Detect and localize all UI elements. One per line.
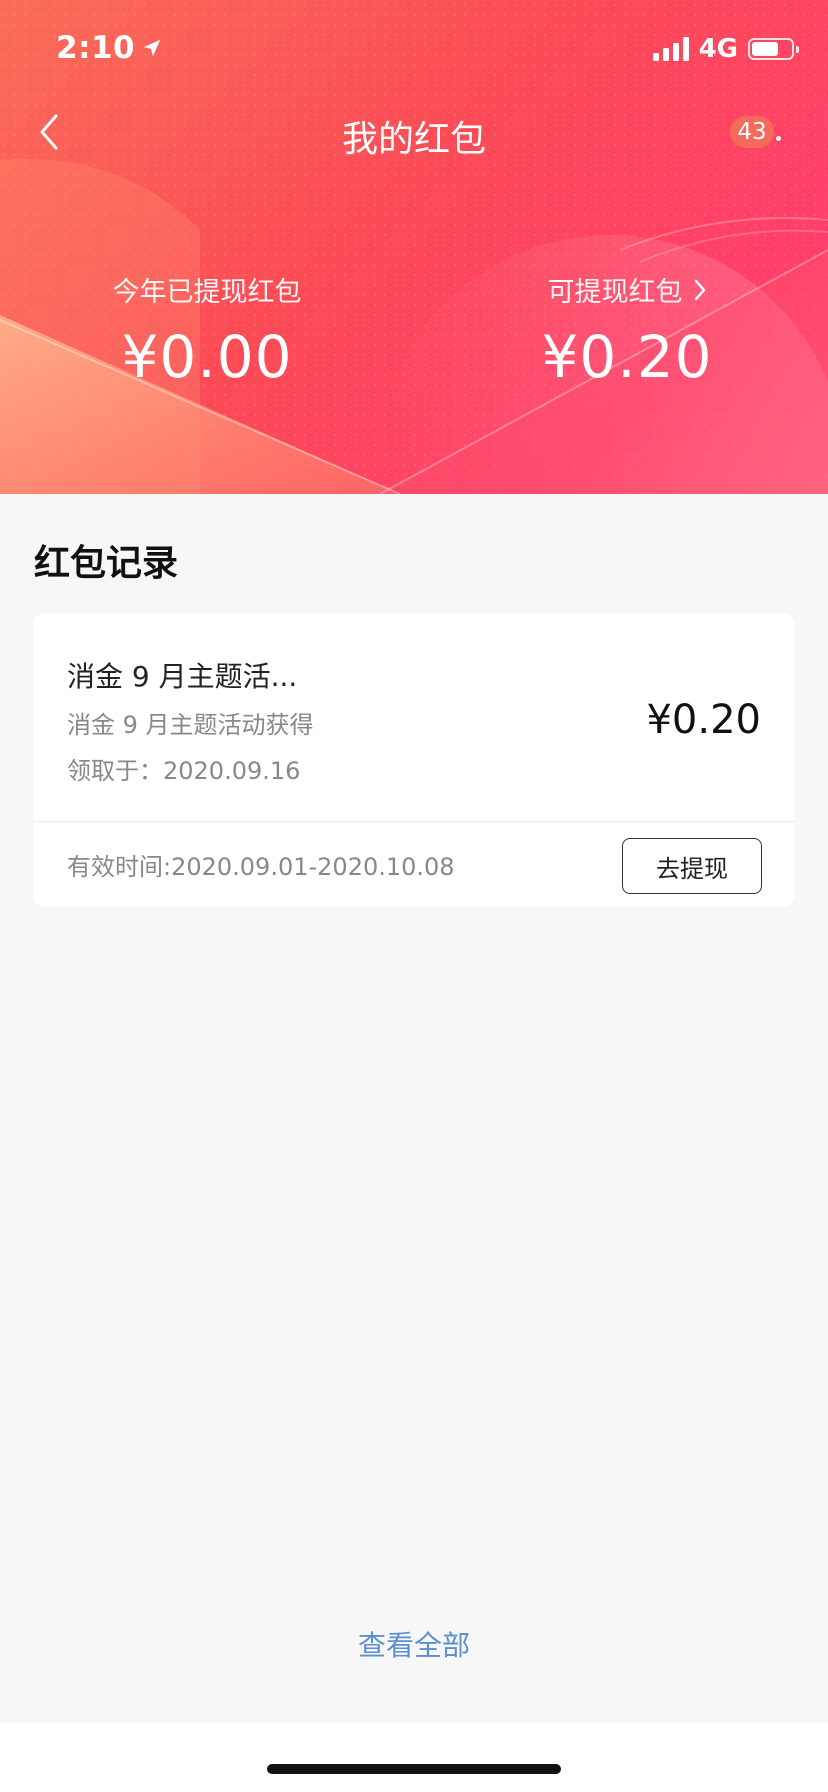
battery-icon (748, 38, 799, 60)
withdrawn-summary: 今年已提现红包 ¥0.00 (80, 270, 334, 391)
network-type: 4G (698, 34, 738, 64)
more-dots-icon[interactable]: 43 (730, 112, 788, 152)
notification-badge: 43 (730, 116, 774, 148)
packet-valid-period: 有效时间:2020.09.01-2020.10.08 (67, 853, 455, 881)
available-summary[interactable]: 可提现红包 ¥0.20 (500, 270, 754, 391)
section-title: 红包记录 (34, 543, 179, 584)
red-packet-card: 消金 9 月主题活... 消金 9 月主题活动获得 领取于：2020.09.16… (33, 613, 795, 907)
packet-name: 消金 9 月主题活... (67, 660, 298, 693)
packet-amount: ¥0.20 (646, 697, 761, 743)
navigation-bar: 我的红包 43 (0, 96, 828, 170)
page-title: 我的红包 (341, 119, 486, 160)
packet-received-date: 领取于：2020.09.16 (67, 757, 301, 785)
view-all-link[interactable]: 查看全部 (0, 1624, 828, 1664)
available-amount: ¥0.20 (541, 323, 713, 391)
withdraw-button[interactable]: 去提现 (622, 838, 762, 894)
home-indicator[interactable] (267, 1764, 561, 1774)
card-divider (33, 821, 795, 822)
location-arrow-icon (143, 39, 161, 57)
chevron-right-icon (694, 279, 705, 300)
status-bar: 2:10 4G (0, 0, 828, 96)
withdrawn-label: 今年已提现红包 (112, 277, 302, 308)
header-banner: 2:10 4G 我的红包 43 今年已提现红包 ¥0.00 可提现红包 ¥0.2… (0, 0, 828, 494)
bottom-safe-area (0, 1723, 828, 1792)
status-indicators: 4G (652, 34, 799, 64)
withdrawn-amount: ¥0.00 (121, 323, 293, 391)
status-time: 2:10 (56, 30, 163, 66)
packet-description: 消金 9 月主题活动获得 (67, 711, 314, 739)
available-label[interactable]: 可提现红包 (500, 270, 754, 309)
signal-icon (652, 37, 689, 61)
